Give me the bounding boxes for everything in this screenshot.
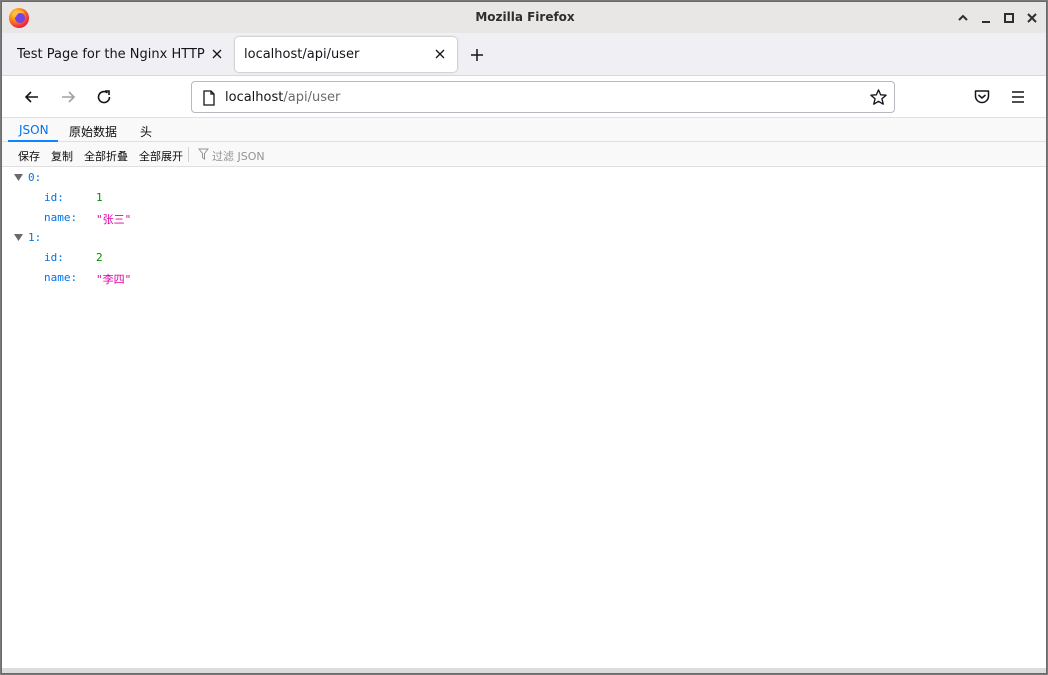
title-bar: Mozilla Firefox (2, 2, 1046, 33)
browser-window: Mozilla Firefox Test Page for the Nginx … (1, 1, 1047, 674)
maximize-icon[interactable] (1000, 9, 1018, 27)
page-icon (203, 90, 215, 106)
tab-json[interactable]: JSON (19, 123, 49, 137)
json-key: 1: (28, 231, 42, 244)
minimize-icon[interactable] (977, 9, 995, 27)
pocket-icon[interactable] (972, 87, 992, 107)
tree-row[interactable]: name: "张三" (2, 208, 1046, 228)
url-text[interactable]: localhost/api/user (225, 90, 340, 105)
url-bar[interactable]: localhost/api/user (191, 81, 895, 113)
tree-row[interactable]: name: "李四" (2, 268, 1046, 288)
url-path: /api/user (283, 90, 341, 105)
tab-nginx-test-page[interactable]: Test Page for the Nginx HTTP Se (6, 37, 228, 72)
tab-close-icon[interactable] (210, 47, 224, 61)
collapse-all-button[interactable]: 全部折叠 (84, 148, 128, 164)
tab-localhost-api-user[interactable]: localhost/api/user (235, 37, 457, 72)
tab-label: localhost/api/user (244, 47, 360, 62)
json-string-value: "李四" (96, 273, 132, 286)
tree-row-object[interactable]: 0: (2, 168, 1046, 188)
tree-row[interactable]: id: 1 (2, 188, 1046, 208)
tree-row[interactable]: id: 2 (2, 248, 1046, 268)
json-key: name: (44, 271, 78, 284)
reload-icon[interactable] (94, 87, 114, 107)
json-key: name: (44, 211, 78, 224)
tab-close-icon[interactable] (433, 47, 447, 61)
expand-all-button[interactable]: 全部展开 (139, 148, 183, 164)
window-shade-icon[interactable] (954, 9, 972, 27)
forward-icon[interactable] (58, 87, 78, 107)
json-number-value: 2 (96, 251, 103, 264)
json-key: id: (44, 191, 64, 204)
json-string-value: "张三" (96, 213, 132, 226)
save-button[interactable]: 保存 (18, 148, 40, 164)
menu-icon[interactable] (1008, 87, 1028, 107)
json-key: 0: (28, 171, 42, 184)
url-host: localhost (225, 90, 284, 105)
tab-raw-data[interactable]: 原始数据 (69, 123, 117, 140)
bookmark-star-icon[interactable] (869, 88, 888, 107)
json-key: id: (44, 251, 64, 264)
filter-json-input[interactable]: 过滤 JSON (212, 148, 265, 164)
filter-icon (198, 148, 209, 160)
back-icon[interactable] (22, 87, 42, 107)
json-viewer-tabs: JSON 原始数据 头 (2, 118, 1046, 142)
tab-label: Test Page for the Nginx HTTP Se (17, 47, 207, 62)
twisty-icon[interactable] (14, 174, 23, 181)
twisty-icon[interactable] (14, 234, 23, 241)
close-window-icon[interactable] (1023, 9, 1041, 27)
json-number-value: 1 (96, 191, 103, 204)
tab-headers[interactable]: 头 (140, 123, 152, 140)
window-title: Mozilla Firefox (475, 10, 575, 24)
toolbar-divider (188, 147, 189, 162)
window-bottom-edge (2, 668, 1046, 673)
new-tab-icon[interactable] (468, 46, 486, 64)
copy-button[interactable]: 复制 (51, 148, 73, 164)
json-toolbar: 保存 复制 全部折叠 全部展开 过滤 JSON (2, 142, 1046, 167)
tree-row-object[interactable]: 1: (2, 228, 1046, 248)
tab-strip: Test Page for the Nginx HTTP Se localhos… (2, 33, 1046, 76)
navigation-bar: localhost/api/user (2, 76, 1046, 118)
